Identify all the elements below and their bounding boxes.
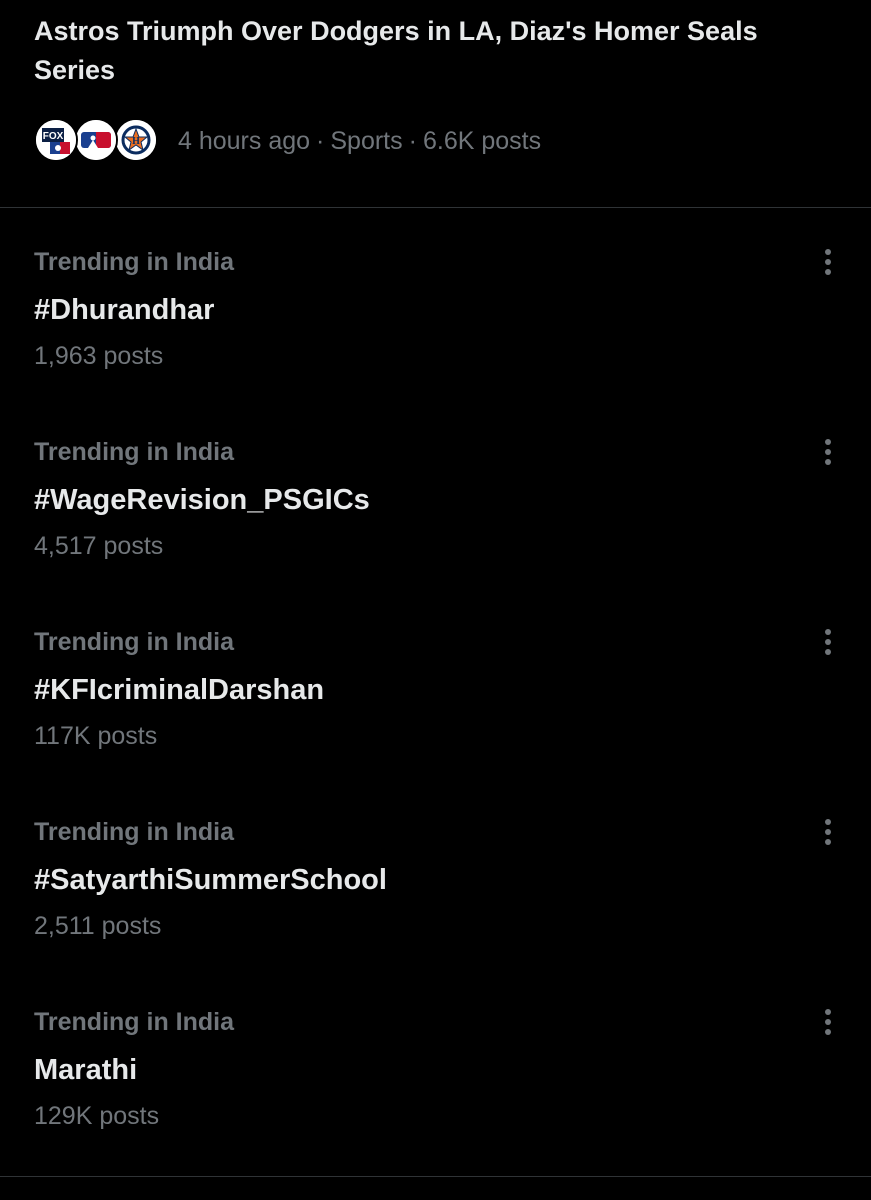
trend-item[interactable]: Trending in India #Dhurandhar 1,963 post… (0, 208, 871, 398)
news-time: 4 hours ago (178, 126, 311, 155)
trend-post-count: 129K posts (34, 1102, 160, 1130)
trend-context: Trending in India (34, 248, 234, 276)
trend-context: Trending in India (34, 438, 234, 466)
trend-name[interactable]: #SatyarthiSummerSchool (34, 864, 387, 897)
more-options-button[interactable] (812, 246, 844, 278)
trend-item[interactable]: Trending in India #SatyarthiSummerSchool… (0, 778, 871, 968)
more-options-button[interactable] (812, 436, 844, 468)
trend-item[interactable]: Trending in India Marathi 129K posts (0, 968, 871, 1158)
trend-context: Trending in India (34, 818, 234, 846)
news-meta: FOX H 4 hours ago · Sports · 6.6K posts (34, 116, 541, 166)
astros-logo-icon: H (114, 118, 158, 162)
more-vertical-icon (825, 249, 831, 275)
svg-text:H: H (132, 136, 140, 147)
trend-context: Trending in India (34, 628, 234, 656)
trend-context: Trending in India (34, 1008, 234, 1036)
trend-item[interactable]: Trending in India #WageRevision_PSGICs 4… (0, 398, 871, 588)
source-avatars: FOX H (34, 116, 160, 166)
more-vertical-icon (825, 819, 831, 845)
more-vertical-icon (825, 629, 831, 655)
news-meta-text: 4 hours ago · Sports · 6.6K posts (178, 127, 541, 156)
svg-text:FOX: FOX (43, 131, 64, 142)
trend-name[interactable]: #WageRevision_PSGICs (34, 484, 370, 517)
fox-sports-logo-icon: FOX (34, 118, 78, 162)
meta-separator: · (316, 126, 325, 155)
news-post-count: 6.6K posts (422, 126, 542, 155)
divider (0, 1176, 871, 1177)
trend-post-count: 2,511 posts (34, 912, 162, 940)
mlb-logo-icon (74, 118, 118, 162)
more-options-button[interactable] (812, 1006, 844, 1038)
more-options-button[interactable] (812, 626, 844, 658)
more-vertical-icon (825, 439, 831, 465)
trend-name[interactable]: #KFIcriminalDarshan (34, 674, 324, 707)
meta-separator: · (408, 126, 417, 155)
trend-post-count: 4,517 posts (34, 532, 164, 560)
more-vertical-icon (825, 1009, 831, 1035)
trend-item[interactable]: Trending in India #KFIcriminalDarshan 11… (0, 588, 871, 778)
trend-name[interactable]: Marathi (34, 1054, 137, 1087)
news-headline[interactable]: Astros Triumph Over Dodgers in LA, Diaz'… (34, 12, 844, 90)
trend-post-count: 1,963 posts (34, 342, 164, 370)
more-options-button[interactable] (812, 816, 844, 848)
trend-name[interactable]: #Dhurandhar (34, 294, 214, 327)
news-card[interactable]: Astros Triumph Over Dodgers in LA, Diaz'… (0, 0, 871, 208)
trend-post-count: 117K posts (34, 722, 158, 750)
news-category: Sports (330, 126, 403, 155)
